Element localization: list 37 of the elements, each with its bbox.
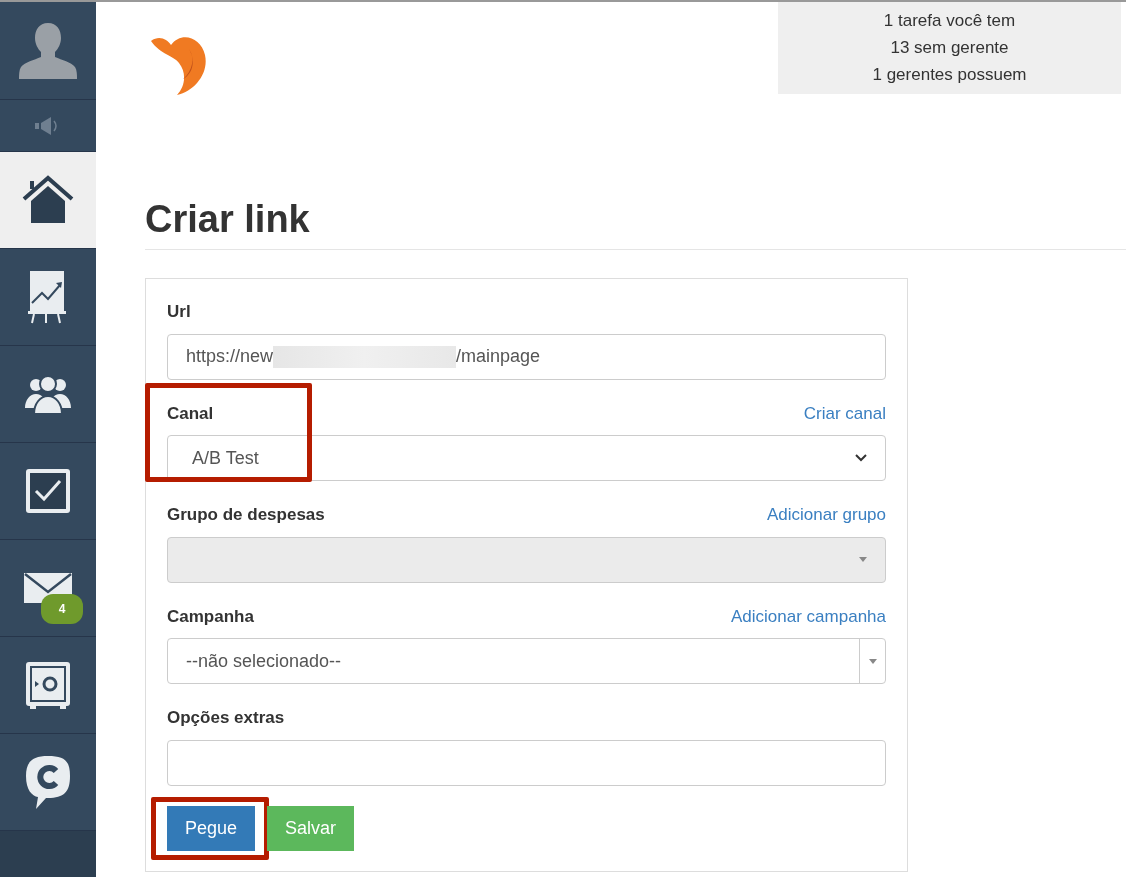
field-value: https://new [186,345,274,368]
safe-icon [25,661,71,709]
caret-down-icon [859,557,867,562]
notification-text: 13 sem gerente [890,37,1009,59]
field-label: Grupo de despesas [167,504,325,526]
field-label: Url [167,301,191,323]
home-icon [22,175,74,225]
count-badge: 4 [41,594,83,624]
select-field[interactable]: A/B Test [167,435,886,481]
notification-text: 1 tarefa você tem [883,10,1016,32]
checkbox-icon [24,467,72,515]
select-value: A/B Test [191,446,259,470]
sidebar-item[interactable] [0,152,96,249]
people-icon [23,374,73,414]
sidebar-item[interactable] [0,637,96,734]
field-link[interactable]: Criar canal [803,400,886,426]
chevron-down-icon [855,454,867,462]
select-field[interactable]: --não selecionado-- [167,638,886,684]
select-value: --não selecionado-- [185,649,343,673]
field-value: /mainpage [456,345,541,368]
sidebar-item[interactable]: 4 [0,540,96,637]
field-label: Canal [167,402,214,425]
text-field[interactable]: https://new /mainpage [167,333,886,380]
chat-bubble-icon [24,754,72,810]
action-button[interactable]: Pegue [167,805,256,851]
sidebar-item[interactable] [0,346,96,443]
caret-down-icon [868,658,877,664]
sidebar-item[interactable] [0,249,96,346]
field-label: Campanha [167,605,254,628]
field-link[interactable]: Adicionar campanha [731,603,886,629]
page-title: Criar link [145,197,311,242]
text-field[interactable] [167,739,886,786]
action-button[interactable]: Salvar [267,805,355,851]
field-label: Opções extras [167,707,285,729]
notification-text: 1 gerentes possuem [872,64,1027,86]
sidebar-item[interactable] [0,734,96,831]
sidebar-item[interactable] [0,443,96,540]
